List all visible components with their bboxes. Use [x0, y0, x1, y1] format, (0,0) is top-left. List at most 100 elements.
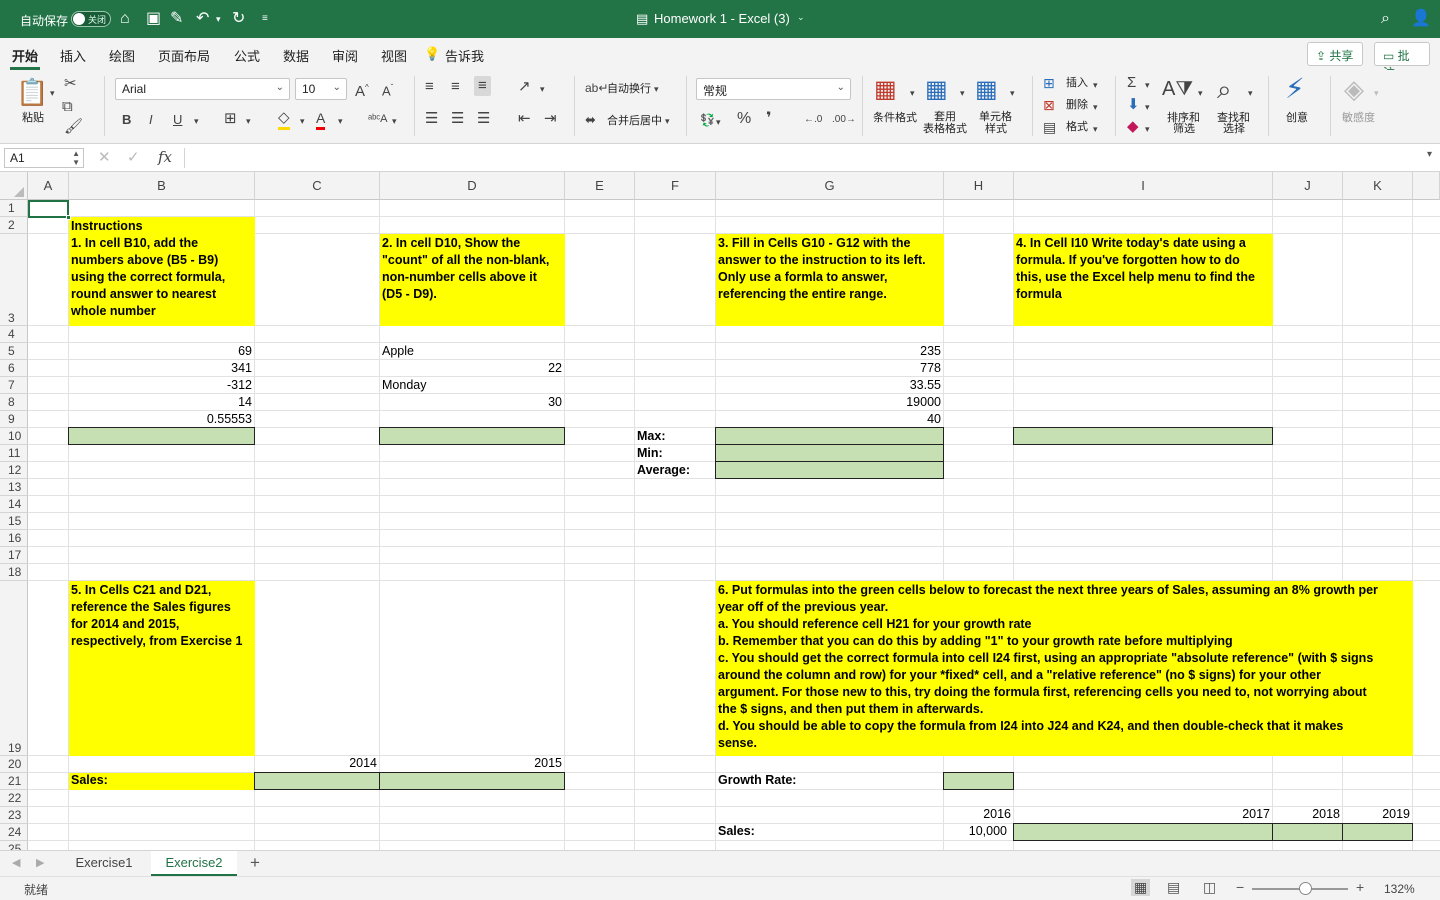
next-sheet-icon[interactable]: ▶ [36, 856, 44, 869]
decrease-decimal-icon[interactable]: .00→ [832, 111, 856, 129]
undo-icon[interactable]: ↶ [196, 10, 209, 28]
title-chevron-icon[interactable]: ⌄ [797, 12, 805, 23]
column-header-b[interactable]: B [69, 172, 255, 200]
tab-home[interactable]: 开始 [9, 46, 41, 70]
row-header-10[interactable]: 10 [0, 428, 28, 445]
row-header-12[interactable]: 12 [0, 462, 28, 479]
row-header-17[interactable]: 17 [0, 547, 28, 564]
page-break-view-icon[interactable]: ◫ [1203, 879, 1216, 896]
fill-icon[interactable]: ⬇ [1127, 96, 1140, 114]
row-header-4[interactable]: 4 [0, 326, 28, 343]
cell-j24[interactable] [1272, 823, 1343, 841]
row-header-14[interactable]: 14 [0, 496, 28, 513]
page-layout-view-icon[interactable]: ▤ [1167, 879, 1180, 896]
cell-i10[interactable] [1013, 427, 1273, 445]
copy-icon[interactable]: ⧉ [62, 98, 73, 116]
row-header-3[interactable]: 3 [0, 234, 28, 326]
format-table-label-1[interactable]: 套用 [934, 111, 956, 123]
edit-icon[interactable]: ✎ [170, 10, 183, 28]
underline-dropdown-icon[interactable]: ▾ [194, 112, 199, 130]
search-icon[interactable]: ⌕ [1381, 10, 1390, 28]
cell-d10[interactable] [379, 427, 565, 445]
sort-filter-dropdown-icon[interactable]: ▾ [1198, 84, 1203, 102]
cell-g5[interactable]: 235 [716, 343, 941, 360]
prev-sheet-icon[interactable]: ◀ [12, 856, 20, 869]
insert-dropdown-icon[interactable]: ▾ [1093, 76, 1098, 94]
row-header-8[interactable]: 8 [0, 394, 28, 411]
cell-styles-label-1[interactable]: 单元格 [979, 111, 1012, 123]
tab-review[interactable]: 审阅 [332, 46, 358, 65]
select-all-corner[interactable] [0, 172, 28, 200]
underline-icon[interactable]: U [173, 111, 182, 129]
home-icon[interactable]: ⌂ [120, 10, 130, 28]
format-table-dropdown-icon[interactable]: ▾ [960, 84, 965, 102]
merge-center-label[interactable]: 合并后居中 [607, 115, 662, 127]
grow-font-icon[interactable]: A^ [355, 79, 369, 101]
name-box[interactable]: A1 ▲ ▼ [4, 148, 84, 168]
row-header-23[interactable]: 23 [0, 807, 28, 824]
worksheet-grid[interactable]: ABCDEFGHIJK 1 2 3 4 5 6 7 8 9 10 11 12 13 14 15 16 17 18 1… [0, 172, 1440, 850]
normal-view-icon[interactable]: ▦ [1131, 879, 1151, 896]
cut-icon[interactable]: ✂ [64, 75, 77, 93]
row-header-15[interactable]: 15 [0, 513, 28, 530]
tab-formulas[interactable]: 公式 [234, 46, 260, 65]
cell-styles-icon[interactable]: ▦ [975, 76, 998, 104]
cell-d21[interactable] [379, 772, 565, 790]
tab-data[interactable]: 数据 [283, 46, 309, 65]
cell-g7[interactable]: 33.55 [716, 377, 941, 394]
cell-b10[interactable] [68, 427, 255, 445]
find-select-icon[interactable]: ⌕ [1217, 74, 1232, 104]
row-header-20[interactable]: 20 [0, 756, 28, 773]
cell-h23[interactable]: 2016 [944, 806, 1011, 823]
cell-styles-dropdown-icon[interactable]: ▾ [1010, 84, 1015, 102]
cell-b5[interactable]: 69 [69, 343, 252, 360]
delete-cells-icon[interactable]: ⊠ [1043, 96, 1055, 114]
zoom-level[interactable]: 132% [1384, 882, 1415, 896]
cell-j23[interactable]: 2018 [1273, 806, 1340, 823]
fill-color-dropdown-icon[interactable]: ▾ [300, 112, 305, 130]
align-left-icon[interactable]: ☰ [425, 110, 438, 128]
cell-g9[interactable]: 40 [716, 411, 941, 428]
fill-dropdown-icon[interactable]: ▾ [1145, 98, 1150, 116]
row-header-24[interactable]: 24 [0, 824, 28, 841]
sheet-tab-exercise2[interactable]: Exercise2 [151, 851, 237, 876]
zoom-out-icon[interactable]: − [1236, 879, 1244, 895]
sheet-tab-exercise1[interactable]: Exercise1 [62, 851, 146, 876]
italic-icon[interactable]: I [149, 111, 153, 129]
cell-g8[interactable]: 19000 [716, 394, 941, 411]
column-header-e[interactable]: E [565, 172, 635, 200]
align-bottom-icon[interactable]: ≡ [474, 76, 491, 96]
find-select-dropdown-icon[interactable]: ▾ [1248, 84, 1253, 102]
active-cell-a1[interactable] [28, 200, 71, 220]
format-dropdown-icon[interactable]: ▾ [1093, 120, 1098, 138]
cell-d7[interactable]: Monday [382, 377, 426, 394]
percent-icon[interactable]: % [737, 110, 751, 128]
row-header-1[interactable]: 1 [0, 200, 28, 217]
borders-dropdown-icon[interactable]: ▾ [246, 112, 251, 130]
cell-d6[interactable]: 22 [380, 360, 562, 377]
row-header-9[interactable]: 9 [0, 411, 28, 428]
delete-cells-label[interactable]: 删除 [1066, 99, 1088, 111]
tab-insert[interactable]: 插入 [60, 46, 86, 65]
conditional-format-icon[interactable]: ▦ [874, 76, 897, 104]
wrap-text-icon[interactable]: ab↵ [585, 79, 608, 97]
row-header-25[interactable]: 25 [0, 841, 28, 850]
cell-i23[interactable]: 2017 [1014, 806, 1270, 823]
row-header-22[interactable]: 22 [0, 790, 28, 807]
cell-g10[interactable] [715, 427, 944, 445]
insert-cells-icon[interactable]: ⊞ [1043, 74, 1055, 92]
row-header-13[interactable]: 13 [0, 479, 28, 496]
account-icon[interactable]: 👤 [1411, 10, 1431, 28]
row-header-11[interactable]: 11 [0, 445, 28, 462]
tab-page-layout[interactable]: 页面布局 [158, 46, 210, 65]
cell-b8[interactable]: 14 [69, 394, 252, 411]
row-header-7[interactable]: 7 [0, 377, 28, 394]
row-header-21[interactable]: 21 [0, 773, 28, 790]
cell-g12[interactable] [715, 461, 944, 479]
zoom-slider-thumb[interactable] [1299, 882, 1312, 895]
cell-f11[interactable]: Min: [637, 445, 663, 462]
orientation-icon[interactable]: ↗ [518, 78, 531, 96]
cell-d8[interactable]: 30 [380, 394, 562, 411]
tab-draw[interactable]: 绘图 [109, 46, 135, 65]
shrink-font-icon[interactable]: Aˇ [382, 79, 393, 100]
